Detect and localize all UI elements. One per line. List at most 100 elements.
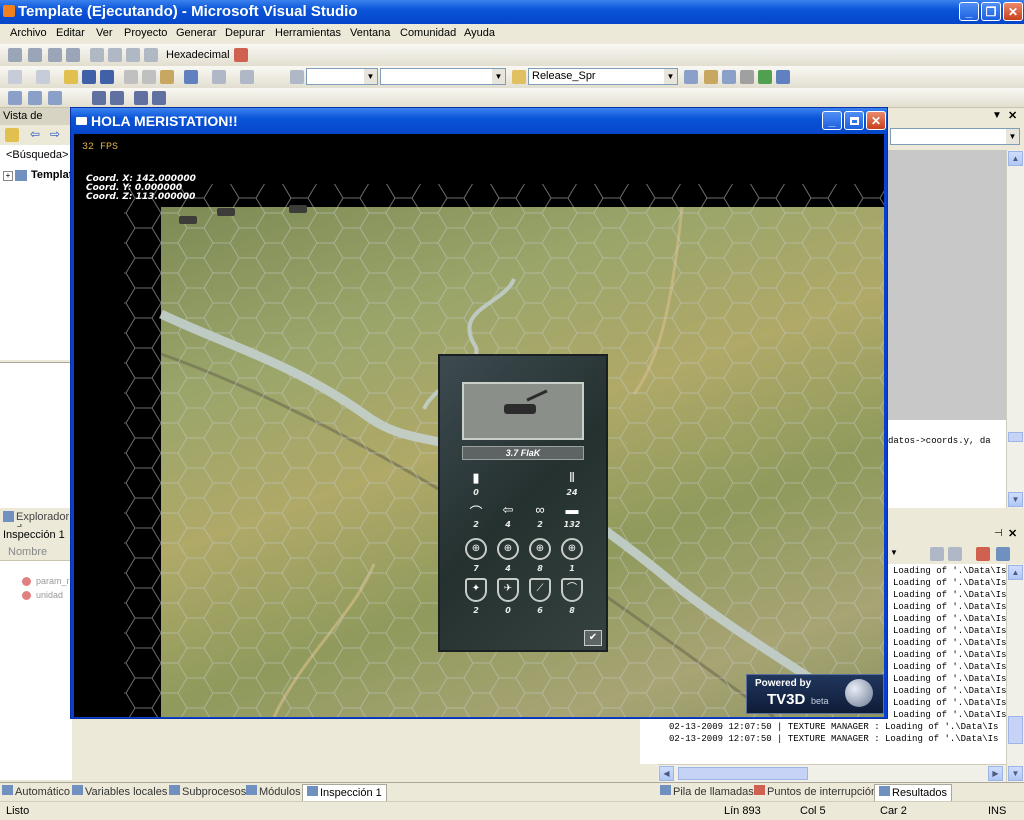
- copy-icon[interactable]: [142, 70, 156, 84]
- unit-token[interactable]: [217, 208, 235, 216]
- game-maximize-button[interactable]: [844, 111, 864, 130]
- stop-icon[interactable]: [48, 48, 62, 62]
- game-close-button[interactable]: ✕: [866, 111, 886, 130]
- unit-token[interactable]: [289, 205, 307, 213]
- breakpoints-icon[interactable]: [234, 48, 248, 62]
- close-icon[interactable]: ✕: [1008, 527, 1017, 540]
- menu-ayuda[interactable]: Ayuda: [464, 27, 495, 39]
- undo-icon[interactable]: [184, 70, 198, 84]
- align-icon[interactable]: [8, 91, 22, 105]
- class-root-item[interactable]: Templat: [31, 169, 72, 181]
- vs-maximize-button[interactable]: ❐: [981, 2, 1001, 21]
- game-viewport[interactable]: 32 FPS Coord. X: 142.000000 Coord. Y: 0.…: [74, 134, 884, 717]
- next-message-icon[interactable]: [948, 547, 962, 561]
- navigate-back-icon[interactable]: [240, 70, 254, 84]
- break-icon[interactable]: [28, 48, 42, 62]
- scroll-thumb[interactable]: [1008, 716, 1023, 744]
- arrow-right-icon[interactable]: ⇨: [50, 127, 60, 141]
- unit-token[interactable]: [179, 216, 197, 224]
- watch-column-header[interactable]: Nombre: [0, 544, 72, 561]
- explorer-tab[interactable]: Explorador d: [0, 508, 72, 535]
- vs-minimize-button[interactable]: _: [959, 2, 979, 21]
- game-window[interactable]: HOLA MERISTATION!! _ ✕ 32 FPS Coord. X: …: [70, 107, 888, 719]
- word-wrap-icon[interactable]: [996, 547, 1010, 561]
- scroll-left-icon[interactable]: ◀: [659, 766, 674, 781]
- menu-comunidad[interactable]: Comunidad: [400, 27, 456, 39]
- indent-icon[interactable]: [92, 91, 106, 105]
- menu-ventana[interactable]: Ventana: [350, 27, 390, 39]
- member-combo[interactable]: ▼: [890, 128, 1020, 145]
- scroll-right-icon[interactable]: ▶: [988, 766, 1003, 781]
- editor-text-area[interactable]: datos->coords.y, da: [888, 420, 1006, 508]
- game-minimize-button[interactable]: _: [822, 111, 842, 130]
- scroll-down-icon[interactable]: ▼: [1008, 492, 1023, 507]
- release-config-combo[interactable]: Release_Spr ▼: [528, 68, 678, 85]
- class-search-input[interactable]: <Búsqueda>: [3, 148, 69, 165]
- new-project-icon[interactable]: [8, 70, 22, 84]
- save-all-icon[interactable]: [100, 70, 114, 84]
- close-icon[interactable]: ✕: [1008, 109, 1017, 122]
- command-window-icon[interactable]: [776, 70, 790, 84]
- tab-inspeccion-1[interactable]: Inspección 1: [302, 784, 387, 801]
- start-page-icon[interactable]: [758, 70, 772, 84]
- find-in-files-icon[interactable]: [684, 70, 698, 84]
- paste-icon[interactable]: [160, 70, 174, 84]
- continue-icon[interactable]: [8, 48, 22, 62]
- clear-all-icon[interactable]: [976, 547, 990, 561]
- menu-ver[interactable]: Ver: [96, 27, 113, 39]
- align-icon[interactable]: [48, 91, 62, 105]
- unit-info-panel[interactable]: 3.7 FlaK ▮ 0 ⦀ 24 ⌒ 2 ⇦ 4 ∞ 2 ▬ 132 ⊕ 7 …: [438, 354, 608, 652]
- menu-editar[interactable]: Editar: [56, 27, 85, 39]
- menu-archivo[interactable]: Archivo: [10, 27, 47, 39]
- pin-icon[interactable]: ⊣: [994, 528, 1003, 539]
- output-hscroll[interactable]: ◀ ▶: [658, 764, 1006, 783]
- expand-icon[interactable]: +: [3, 171, 13, 181]
- tab-resultados[interactable]: Resultados: [874, 784, 953, 801]
- solution-explorer-icon[interactable]: [704, 70, 718, 84]
- outdent-icon[interactable]: [110, 91, 124, 105]
- show-next-icon[interactable]: [144, 48, 158, 62]
- folder-icon[interactable]: [5, 128, 19, 142]
- open-folder-icon[interactable]: [64, 70, 78, 84]
- redo-icon[interactable]: [212, 70, 226, 84]
- menu-herramientas[interactable]: Herramientas: [275, 27, 341, 39]
- find-icon[interactable]: [512, 70, 526, 84]
- chevron-down-icon[interactable]: ▼: [890, 548, 898, 557]
- output-vscroll[interactable]: ▲ ▼: [1006, 564, 1024, 782]
- toolbox-icon[interactable]: [740, 70, 754, 84]
- vs-close-button[interactable]: ✕: [1003, 2, 1023, 21]
- solution-config-combo[interactable]: ▼: [306, 68, 378, 85]
- add-item-icon[interactable]: [36, 70, 50, 84]
- tab-variables-locales[interactable]: Variables locales: [72, 784, 167, 800]
- start-icon[interactable]: [290, 70, 304, 84]
- step-out-icon[interactable]: [126, 48, 140, 62]
- find-message-icon[interactable]: [930, 547, 944, 561]
- editor-vscroll[interactable]: ▲ ▼: [1006, 150, 1024, 508]
- tab-automatico[interactable]: Automático: [2, 784, 70, 800]
- comment-icon[interactable]: [134, 91, 148, 105]
- step-into-icon[interactable]: [90, 48, 104, 62]
- platform-combo[interactable]: ▼: [380, 68, 506, 85]
- tab-pila-de-llamadas[interactable]: Pila de llamadas: [660, 784, 754, 800]
- scroll-up-icon[interactable]: ▲: [1008, 565, 1023, 580]
- step-over-icon[interactable]: [108, 48, 122, 62]
- scroll-down-icon[interactable]: ▼: [1008, 766, 1023, 781]
- checkmark-icon[interactable]: ✔: [584, 630, 602, 646]
- scroll-thumb[interactable]: [678, 767, 808, 780]
- chevron-down-icon[interactable]: ▼: [992, 110, 1002, 121]
- save-icon[interactable]: [82, 70, 96, 84]
- menu-generar[interactable]: Generar: [176, 27, 216, 39]
- game-title-bar[interactable]: HOLA MERISTATION!! _ ✕: [71, 108, 887, 134]
- menu-depurar[interactable]: Depurar: [225, 27, 265, 39]
- scroll-thumb[interactable]: [1008, 432, 1023, 442]
- cut-icon[interactable]: [124, 70, 138, 84]
- tab-modulos[interactable]: Módulos: [246, 784, 301, 800]
- tab-puntos-de-interrupcion[interactable]: Puntos de interrupción: [754, 784, 877, 800]
- menu-proyecto[interactable]: Proyecto: [124, 27, 167, 39]
- uncomment-icon[interactable]: [152, 91, 166, 105]
- hexadecimal-toggle[interactable]: Hexadecimal: [166, 49, 230, 61]
- scroll-up-icon[interactable]: ▲: [1008, 151, 1023, 166]
- properties-icon[interactable]: [722, 70, 736, 84]
- restart-icon[interactable]: [66, 48, 80, 62]
- tab-subprocesos[interactable]: Subprocesos: [169, 784, 246, 800]
